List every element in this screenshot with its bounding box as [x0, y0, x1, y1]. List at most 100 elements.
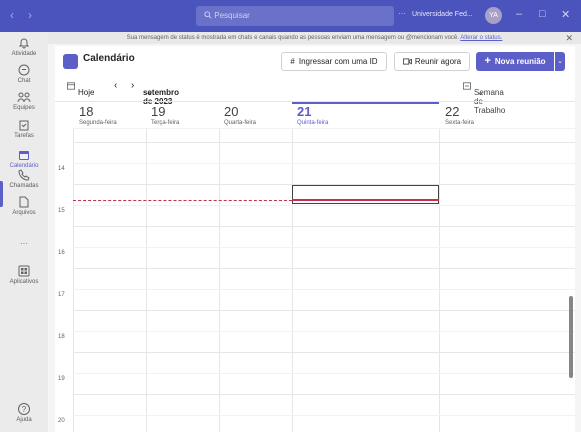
half-hour-line	[73, 331, 575, 332]
current-time-indicator	[292, 199, 439, 201]
search-input[interactable]: Pesquisar	[196, 6, 394, 26]
tasks-icon	[19, 120, 29, 131]
join-with-id-button[interactable]: # Ingressar com uma ID	[281, 52, 387, 71]
prev-week-button[interactable]: ‹	[114, 80, 117, 91]
day-number: 18	[79, 104, 94, 119]
view-selector[interactable]: Semana de Trabalho ⌄	[463, 82, 505, 115]
rail-item-calls[interactable]: Chamadas	[0, 168, 48, 189]
half-hour-line	[73, 163, 575, 164]
banner-text: Sua mensagem de status é mostrada em cha…	[126, 35, 459, 41]
apps-icon	[18, 265, 30, 277]
day-number: 20	[224, 104, 239, 119]
rail-label: Aplicativos	[9, 279, 39, 285]
calendar-grid[interactable]: 14 15 16 17 18 19 20	[55, 128, 575, 432]
close-window-button[interactable]: ✕	[561, 8, 570, 21]
hour-label: 18	[58, 334, 65, 340]
plus-icon: +	[484, 55, 491, 67]
chat-icon	[18, 64, 30, 76]
chevron-down-icon: ⌄	[477, 88, 484, 97]
teams-icon	[17, 92, 31, 103]
day-number: 21	[297, 104, 312, 119]
rail-label: Equipes	[13, 105, 35, 111]
half-hour-line	[73, 415, 575, 416]
hour-line	[73, 142, 575, 143]
hour-label: 14	[58, 166, 65, 172]
hour-label: 20	[58, 418, 65, 424]
hour-label: 15	[58, 208, 65, 214]
half-hour-line	[73, 289, 575, 290]
day-name: Sexta-feira	[445, 120, 475, 126]
calendar-panel: Calendário # Ingressar com uma ID Reunir …	[55, 46, 575, 432]
hour-line	[73, 268, 575, 269]
forward-button[interactable]: ›	[28, 8, 32, 22]
calendar-toolbar: Hoje ‹ › setembro de 2023 ⌄ Semana de Tr…	[55, 76, 575, 115]
avatar[interactable]: YA	[485, 7, 502, 24]
hour-label: 16	[58, 250, 65, 256]
join-with-id-label: Ingressar com uma ID	[298, 57, 378, 66]
app-rail: Atividade Chat Equipes Tarefas Calendári…	[0, 32, 48, 432]
rail-item-chat[interactable]: Chat	[0, 63, 48, 84]
new-meeting-label: Nova reunião	[494, 57, 546, 66]
hour-line	[73, 394, 575, 395]
day-header-wednesday[interactable]: 20 Quarta-feira	[224, 104, 256, 126]
hour-label: 17	[58, 292, 65, 298]
calendar-icon	[19, 151, 29, 160]
half-hour-line	[73, 373, 575, 374]
close-banner-button[interactable]: ✕	[565, 32, 573, 44]
maximize-button[interactable]: □	[539, 8, 546, 20]
day-header-thursday[interactable]: 21 Quinta-feira	[297, 104, 328, 126]
meet-now-label: Reunir agora	[414, 57, 462, 66]
rail-label: Atividade	[11, 51, 37, 57]
column-divider	[73, 128, 74, 432]
vertical-scrollbar[interactable]	[569, 296, 573, 378]
rail-item-teams[interactable]: Equipes	[0, 90, 48, 111]
change-status-link[interactable]: Alterar o status.	[460, 35, 502, 41]
day-header-tuesday[interactable]: 19 Terça-feira	[151, 104, 179, 126]
day-name: Quarta-feira	[224, 120, 257, 126]
selected-time-slot[interactable]	[292, 185, 439, 204]
column-divider	[146, 128, 147, 432]
status-banner: Sua mensagem de status é mostrada em cha…	[48, 32, 581, 44]
search-icon	[204, 11, 212, 19]
column-divider	[219, 128, 220, 432]
meet-now-button[interactable]: Reunir agora	[394, 52, 470, 71]
phone-icon	[18, 169, 30, 181]
chevron-down-icon: ⌄	[146, 88, 153, 97]
current-time-line	[73, 200, 292, 201]
help-icon: ?	[18, 403, 30, 415]
file-icon	[19, 196, 29, 208]
day-header-friday[interactable]: 22 Sexta-feira	[445, 104, 474, 126]
minimize-button[interactable]: –	[516, 8, 522, 20]
today-label: Hoje	[78, 88, 95, 97]
rail-label: Chamadas	[9, 183, 39, 189]
hash-icon: #	[290, 57, 295, 66]
rail-item-help[interactable]: ? Ajuda	[0, 402, 48, 423]
new-meeting-dropdown[interactable]: ⌄	[555, 52, 565, 71]
next-week-button[interactable]: ›	[131, 80, 134, 91]
rail-label: Arquivos	[12, 210, 36, 216]
more-options-button[interactable]: ···	[398, 9, 406, 18]
svg-text:?: ?	[22, 405, 27, 414]
column-divider	[292, 128, 293, 432]
rail-item-tasks[interactable]: Tarefas	[0, 118, 48, 139]
rail-label: Tarefas	[14, 133, 34, 139]
day-name: Segunda-feira	[79, 120, 117, 126]
hour-line	[73, 352, 575, 353]
day-name: Terça-feira	[151, 120, 180, 126]
day-header-monday[interactable]: 18 Segunda-feira	[79, 104, 117, 126]
calendar-app-icon	[63, 54, 78, 69]
back-button[interactable]: ‹	[10, 8, 14, 22]
calendar-view-icon	[463, 82, 471, 90]
rail-item-activity[interactable]: Atividade	[0, 36, 48, 57]
bell-icon	[18, 38, 30, 49]
new-meeting-button[interactable]: + Nova reunião	[476, 52, 554, 71]
today-button[interactable]: Hoje	[67, 82, 94, 97]
rail-label: Ajuda	[16, 417, 32, 423]
rail-more-button[interactable]: ···	[0, 239, 48, 248]
rail-item-files[interactable]: Arquivos	[0, 195, 48, 216]
rail-item-apps[interactable]: Aplicativos	[0, 264, 48, 285]
video-icon	[403, 58, 412, 65]
rail-item-calendar[interactable]: Calendário	[0, 148, 48, 169]
hour-label: 19	[58, 376, 65, 382]
org-name: Universidade Fed...	[412, 11, 473, 18]
